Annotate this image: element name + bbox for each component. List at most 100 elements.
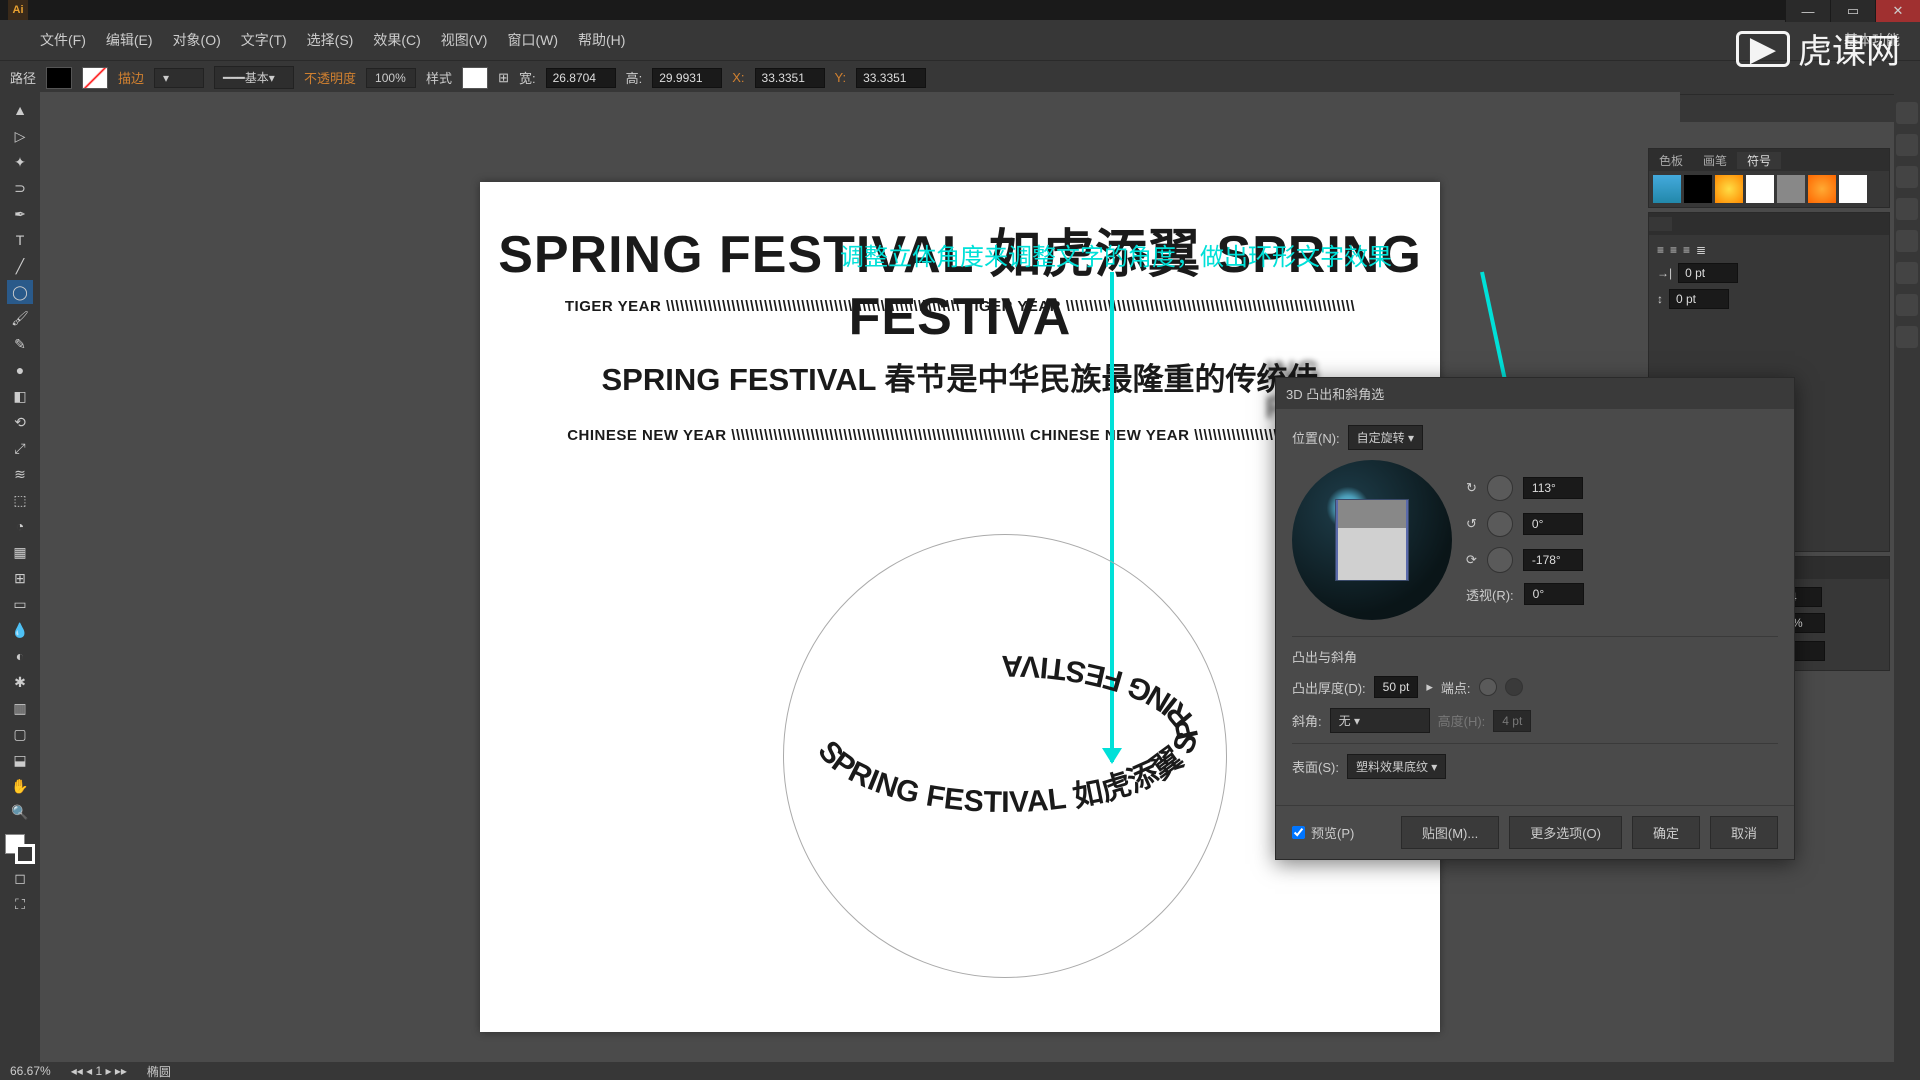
symbol-4[interactable] — [1746, 175, 1774, 203]
rotate-tool[interactable]: ⟲ — [7, 410, 33, 434]
selection-tool[interactable]: ▲ — [7, 98, 33, 122]
pen-tool[interactable]: ✒ — [7, 202, 33, 226]
free-transform-tool[interactable]: ⬚ — [7, 488, 33, 512]
stroke-label[interactable]: 描边 — [118, 68, 144, 87]
slice-tool[interactable]: ⬓ — [7, 748, 33, 772]
symbol-sprayer-tool[interactable]: ✱ — [7, 670, 33, 694]
rotate-x-dial[interactable] — [1487, 475, 1513, 501]
stroke-profile[interactable]: ━━━ 基本 ▾ — [214, 66, 294, 89]
dock-transform-icon[interactable] — [1896, 326, 1918, 348]
symbol-1[interactable] — [1653, 175, 1681, 203]
tab-align[interactable] — [1649, 217, 1672, 231]
y-input[interactable]: 33.3351 — [856, 68, 926, 88]
menu-edit[interactable]: 编辑(E) — [106, 30, 153, 50]
dock-transparency-icon[interactable] — [1896, 198, 1918, 220]
pencil-tool[interactable]: ✎ — [7, 332, 33, 356]
menu-effect[interactable]: 效果(C) — [373, 30, 420, 50]
depth-input[interactable]: 50 pt — [1374, 676, 1419, 698]
maximize-button[interactable]: ▭ — [1830, 0, 1875, 22]
style-swatch[interactable] — [462, 67, 488, 89]
width-tool[interactable]: ≋ — [7, 462, 33, 486]
bevel-select[interactable]: 无 ▾ — [1330, 708, 1430, 733]
menu-select[interactable]: 选择(S) — [307, 30, 354, 50]
indent-left-input[interactable]: 0 pt — [1678, 263, 1738, 283]
menu-file[interactable]: 文件(F) — [40, 30, 86, 50]
menu-window[interactable]: 窗口(W) — [507, 30, 558, 50]
artboard-tool[interactable]: ▢ — [7, 722, 33, 746]
map-art-button[interactable]: 贴图(M)... — [1401, 816, 1499, 849]
draw-mode-normal[interactable]: ◻ — [7, 866, 33, 890]
preview-checkbox[interactable] — [1292, 826, 1305, 839]
shape-builder-tool[interactable]: ◔ — [7, 514, 33, 538]
dock-stroke-icon[interactable] — [1896, 134, 1918, 156]
rotate-z-dial[interactable] — [1487, 547, 1513, 573]
dock-layers-icon[interactable] — [1896, 294, 1918, 316]
menu-view[interactable]: 视图(V) — [441, 30, 488, 50]
stroke-weight[interactable]: ▾ — [154, 68, 204, 88]
rotation-trackball[interactable] — [1292, 460, 1452, 620]
symbol-7[interactable] — [1839, 175, 1867, 203]
x-input[interactable]: 33.3351 — [755, 68, 825, 88]
perspective-grid-tool[interactable]: ▦ — [7, 540, 33, 564]
dock-graphic-styles-icon[interactable] — [1896, 262, 1918, 284]
h-input[interactable]: 29.9931 — [652, 68, 722, 88]
stroke-swatch[interactable] — [82, 67, 108, 89]
tab-brushes[interactable]: 画笔 — [1693, 152, 1737, 169]
tab-swatches[interactable]: 色板 — [1649, 152, 1693, 169]
hand-tool[interactable]: ✋ — [7, 774, 33, 798]
symbol-3[interactable] — [1715, 175, 1743, 203]
blend-tool[interactable]: ◐ — [7, 644, 33, 668]
rotate-y-input[interactable]: 0° — [1523, 513, 1583, 535]
close-button[interactable]: ✕ — [1875, 0, 1920, 22]
scale-tool[interactable]: ⤢ — [7, 436, 33, 460]
gradient-tool[interactable]: ▭ — [7, 592, 33, 616]
column-graph-tool[interactable]: ▥ — [7, 696, 33, 720]
symbol-5[interactable] — [1777, 175, 1805, 203]
eraser-tool[interactable]: ◧ — [7, 384, 33, 408]
menu-type[interactable]: 文字(T) — [241, 30, 287, 50]
opacity-value[interactable]: 100% — [366, 68, 416, 88]
zoom-level[interactable]: 66.67% — [10, 1064, 51, 1078]
space-before-input[interactable]: 0 pt — [1669, 289, 1729, 309]
align-left-icon[interactable]: ≡ — [1657, 243, 1664, 257]
cap-off-icon[interactable] — [1505, 678, 1523, 696]
menu-object[interactable]: 对象(O) — [173, 30, 221, 50]
tab-symbols[interactable]: 符号 — [1737, 152, 1781, 169]
minimize-button[interactable]: — — [1785, 0, 1830, 22]
cancel-button[interactable]: 取消 — [1710, 816, 1778, 849]
rotate-x-input[interactable]: 113° — [1523, 477, 1583, 499]
eyedropper-tool[interactable]: 💧 — [7, 618, 33, 642]
magic-wand-tool[interactable]: ✦ — [7, 150, 33, 174]
cap-on-icon[interactable] — [1479, 678, 1497, 696]
artboard-nav[interactable]: ◂◂ ◂ 1 ▸ ▸▸ — [71, 1064, 127, 1078]
dock-color-icon[interactable] — [1896, 102, 1918, 124]
rotate-z-input[interactable]: -178° — [1523, 549, 1583, 571]
zoom-tool[interactable]: 🔍 — [7, 800, 33, 824]
fill-stroke-indicator[interactable] — [5, 834, 35, 864]
coord-icon[interactable]: ⊞ — [498, 70, 509, 86]
menu-help[interactable]: 帮助(H) — [578, 30, 625, 50]
justify-icon[interactable]: ≣ — [1696, 243, 1706, 257]
direct-selection-tool[interactable]: ▷ — [7, 124, 33, 148]
type-tool[interactable]: T — [7, 228, 33, 252]
surface-select[interactable]: 塑料效果底纹 ▾ — [1347, 754, 1446, 779]
blob-brush-tool[interactable]: ● — [7, 358, 33, 382]
dock-gradient-icon[interactable] — [1896, 166, 1918, 188]
mesh-tool[interactable]: ⊞ — [7, 566, 33, 590]
ok-button[interactable]: 确定 — [1632, 816, 1700, 849]
symbol-2[interactable] — [1684, 175, 1712, 203]
symbol-6[interactable] — [1808, 175, 1836, 203]
perspective-input[interactable]: 0° — [1524, 583, 1584, 605]
lasso-tool[interactable]: ⊃ — [7, 176, 33, 200]
opacity-label[interactable]: 不透明度 — [304, 68, 356, 87]
align-center-icon[interactable]: ≡ — [1670, 243, 1677, 257]
screen-mode[interactable]: ⛶ — [7, 892, 33, 916]
ellipse-tool[interactable]: ◯ — [7, 280, 33, 304]
line-tool[interactable]: ╱ — [7, 254, 33, 278]
more-options-button[interactable]: 更多选项(O) — [1509, 816, 1622, 849]
rotate-y-dial[interactable] — [1487, 511, 1513, 537]
paintbrush-tool[interactable]: 🖌 — [7, 306, 33, 330]
fill-swatch[interactable] — [46, 67, 72, 89]
dock-appearance-icon[interactable] — [1896, 230, 1918, 252]
w-input[interactable]: 26.8704 — [546, 68, 616, 88]
